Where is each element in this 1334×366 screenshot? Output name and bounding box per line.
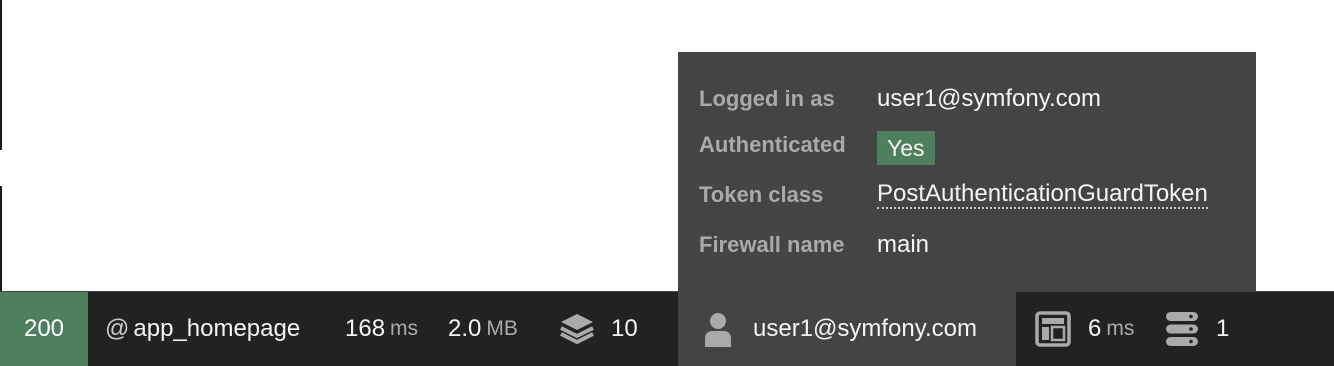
twig-value: 6 — [1088, 315, 1102, 342]
page-left-border — [0, 0, 2, 292]
logged-in-value: user1@symfony.com — [877, 85, 1101, 112]
firewall-name-label: Firewall name — [699, 232, 845, 257]
memory-unit: MB — [486, 317, 518, 340]
user-name: user1@symfony.com — [753, 315, 977, 342]
status-code: 200 — [23, 315, 65, 342]
popup-row-token-class: Token class PostAuthenticationGuardToken — [678, 170, 1256, 220]
logged-in-label: Logged in as — [699, 86, 835, 111]
events-block[interactable]: 10 — [558, 292, 678, 366]
memory-value: 2.0 — [448, 315, 482, 342]
template-icon — [1035, 311, 1071, 347]
time-unit: ms — [390, 317, 419, 340]
route-block[interactable]: @ app_homepage — [88, 292, 338, 366]
popup-row-authenticated: Authenticated Yes — [678, 120, 1256, 170]
events-count: 10 — [611, 315, 638, 342]
twig-unit: ms — [1106, 317, 1135, 340]
firewall-name-value: main — [877, 231, 930, 258]
debug-toolbar: 200 @ app_homepage 168 ms 2.0 MB 10 user… — [0, 291, 1334, 366]
route-prefix: @ — [105, 315, 130, 342]
route-name: app_homepage — [133, 315, 301, 342]
db-query-count: 1 — [1216, 315, 1230, 342]
layers-icon — [560, 314, 594, 344]
status-code-block[interactable]: 200 — [0, 292, 88, 366]
authenticated-badge: Yes — [877, 131, 935, 165]
authenticated-label: Authenticated — [699, 132, 846, 157]
popup-row-logged-in: Logged in as user1@symfony.com — [678, 78, 1256, 120]
popup-row-firewall: Firewall name main — [678, 220, 1256, 270]
security-block[interactable]: user1@symfony.com — [678, 292, 1016, 366]
token-class-label: Token class — [699, 182, 824, 207]
time-block[interactable]: 168 ms — [338, 292, 448, 366]
database-block[interactable]: 1 — [1164, 292, 1229, 366]
memory-block[interactable]: 2.0 MB — [448, 292, 558, 366]
token-class-value[interactable]: PostAuthenticationGuardToken — [877, 180, 1208, 210]
user-icon — [705, 313, 731, 347]
twig-block[interactable]: 6 ms — [1016, 292, 1164, 366]
security-info-panel: Logged in as user1@symfony.com Authentic… — [678, 52, 1256, 292]
database-icon — [1166, 312, 1198, 346]
time-value: 168 — [345, 315, 386, 342]
